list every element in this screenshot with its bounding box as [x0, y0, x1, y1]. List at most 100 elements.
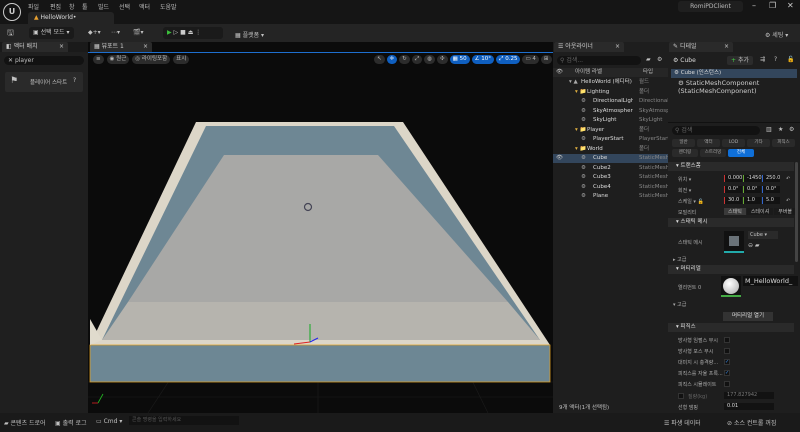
save-icon[interactable]: 🖫: [7, 27, 14, 41]
outliner-row[interactable]: ⚙ SkyLightSkyLight: [553, 116, 668, 125]
mass-override-checkbox[interactable]: [678, 393, 684, 399]
settings-button[interactable]: ⚙ 세팅 ▾: [765, 30, 788, 39]
loc-z-field[interactable]: 250.0: [762, 175, 780, 182]
tab-place-actors[interactable]: ◧ 액터 배치×: [2, 42, 68, 52]
close-tab-icon[interactable]: ×: [615, 42, 620, 52]
physics-checkbox[interactable]: [724, 348, 730, 354]
step-icon[interactable]: ▷: [174, 29, 179, 36]
reset-icon[interactable]: ↶: [786, 176, 790, 182]
rot-x-field[interactable]: 0.0°: [724, 186, 742, 193]
visibility-icon[interactable]: 👁: [556, 68, 563, 77]
splitter[interactable]: [668, 122, 800, 123]
close-tab-icon[interactable]: ×: [724, 42, 729, 52]
advanced-toggle-2[interactable]: ▾ 고급: [673, 301, 686, 308]
play-icon[interactable]: ▶: [167, 29, 172, 36]
outliner-row[interactable]: ⚙ SkyAtmosphereSkyAtmosphere: [553, 107, 668, 116]
section-static-mesh[interactable]: ▾ 스태틱 메시: [668, 218, 794, 227]
section-physics[interactable]: ▾ 피직스: [668, 323, 794, 332]
menu-window[interactable]: 창: [69, 2, 75, 11]
physics-checkbox[interactable]: ✓: [724, 359, 730, 365]
settings-icon[interactable]: ⚙: [657, 56, 662, 63]
outliner-search-input[interactable]: ⚲ 검색...: [557, 56, 641, 65]
scl-y-field[interactable]: 1.0: [743, 197, 761, 204]
help-icon[interactable]: ?: [73, 77, 76, 84]
translate-tool-icon[interactable]: ✛: [387, 55, 398, 64]
physics-checkbox[interactable]: [724, 381, 730, 387]
visibility-icon[interactable]: 👁: [556, 154, 563, 163]
browse-icon[interactable]: ⊖ ▰: [748, 242, 760, 249]
filter-2[interactable]: LOD: [722, 139, 745, 147]
outliner-row[interactable]: ⚙ Cube2StaticMeshActor: [553, 164, 668, 173]
mass-field[interactable]: 177.827942: [724, 392, 774, 399]
location-dropdown[interactable]: 위치 ▾: [678, 176, 691, 183]
advanced-toggle[interactable]: ▸ 고급: [673, 256, 686, 263]
minimize-icon[interactable]: –: [752, 1, 756, 10]
favorites-icon[interactable]: ★: [778, 126, 783, 133]
outliner-row[interactable]: ▾ 📁 World폴더: [553, 145, 668, 154]
menu-actor[interactable]: 액터: [139, 2, 150, 11]
outliner-row[interactable]: ⚙ Cube3StaticMeshActor: [553, 173, 668, 182]
scl-z-field[interactable]: 5.0: [762, 197, 780, 204]
settings-icon[interactable]: ⚙: [789, 126, 794, 133]
menu-select[interactable]: 선택: [119, 2, 130, 11]
rot-z-field[interactable]: 0.0°: [762, 186, 780, 193]
eject-icon[interactable]: ⏏: [188, 29, 194, 36]
filter-7[interactable]: 전체: [728, 149, 754, 157]
outliner-row[interactable]: ▾ 📁 Player폴더: [553, 126, 668, 135]
component-static-mesh[interactable]: ⚙ StaticMeshComponent (StaticMeshCompone…: [678, 79, 798, 95]
cmd-dropdown[interactable]: ▭ Cmd ▾: [96, 418, 122, 425]
column-label[interactable]: 아이템 라벨: [575, 68, 602, 77]
rotate-tool-icon[interactable]: ↻: [399, 55, 410, 64]
blueprint-icon[interactable]: ⋯▾: [111, 29, 120, 36]
clear-search-icon[interactable]: ✕: [8, 57, 15, 64]
world-local-icon[interactable]: ◍: [424, 55, 435, 64]
mesh-thumbnail[interactable]: [724, 231, 744, 253]
menu-build[interactable]: 빌드: [98, 2, 109, 11]
wall-front-selected[interactable]: [90, 345, 550, 382]
add-folder-icon[interactable]: ▰: [646, 56, 651, 63]
outliner-row[interactable]: ⚙ PlayerStartPlayerStart: [553, 135, 668, 144]
material-dropdown[interactable]: M_HelloWorld_: [743, 276, 798, 286]
lock-icon[interactable]: 🔓: [787, 56, 794, 63]
close-icon[interactable]: ✕: [787, 1, 794, 10]
show-button[interactable]: 표시: [173, 55, 189, 64]
blueprint-icon[interactable]: ⇶: [760, 56, 765, 63]
menu-file[interactable]: 파일: [28, 2, 39, 11]
outliner-row[interactable]: ⚙ DirectionalLightDirectionalLight: [553, 97, 668, 106]
actor-search-input[interactable]: ✕ player: [4, 56, 84, 65]
menu-edit[interactable]: 편집: [50, 2, 61, 11]
outliner-row[interactable]: ▾ ▲ HelloWorld (에디터)월드: [553, 78, 668, 87]
output-log-button[interactable]: ▣ 출력 로그: [55, 418, 87, 427]
mobility-movable[interactable]: 무버블: [774, 208, 796, 215]
mobility-static[interactable]: 스태틱: [724, 208, 746, 215]
tab-details[interactable]: ✎ 디테일×: [669, 42, 733, 52]
help-icon[interactable]: ?: [774, 56, 777, 63]
reset-icon[interactable]: ↶: [786, 198, 790, 204]
filter-1[interactable]: 액터: [697, 139, 720, 147]
details-search-input[interactable]: ⚲ 검색: [672, 126, 760, 135]
property-matrix-icon[interactable]: ▥: [766, 126, 772, 133]
filter-6[interactable]: 스트리밍: [700, 149, 726, 157]
add-actor-icon[interactable]: ◆+▾: [88, 29, 101, 36]
outliner-row[interactable]: ⚙ PlaneStaticMeshActor: [553, 192, 668, 201]
grid-snap-button[interactable]: ▦ 50: [450, 55, 470, 64]
surface-snap-icon[interactable]: ✣: [437, 55, 448, 64]
menu-help[interactable]: 도움말: [160, 2, 177, 11]
view-mode-button[interactable]: ◎ 라이팅포함: [132, 55, 170, 64]
more-icon[interactable]: ⋮: [195, 29, 201, 36]
outliner-row[interactable]: 👁⚙ CubeStaticMeshActor: [553, 154, 668, 163]
platforms-button[interactable]: ▦ 플랫폼 ▾: [235, 30, 264, 39]
open-material-button[interactable]: 머티리얼 열기: [723, 312, 773, 321]
mesh-dropdown[interactable]: Cube ▾: [748, 231, 778, 239]
derived-data-button[interactable]: ☰ 파생 데이터: [664, 418, 701, 427]
rotation-snap-button[interactable]: ∠ 10°: [472, 55, 494, 64]
mobility-stationary[interactable]: 스테이셔: [747, 208, 773, 215]
column-type[interactable]: 타입: [643, 68, 653, 77]
cinematics-icon[interactable]: 🎬▾: [133, 29, 143, 36]
player-start-item[interactable]: ⚑ 플레이어 스타트 ?: [5, 72, 83, 92]
source-control-button[interactable]: ⊘ 소스 컨트롤 꺼짐: [727, 418, 776, 427]
scale-snap-button[interactable]: ⤢ 0.25: [496, 55, 520, 64]
add-component-button[interactable]: + 추가: [727, 56, 753, 65]
level-tab[interactable]: ▲ HelloWorld•: [28, 12, 114, 24]
close-tab-icon[interactable]: ×: [59, 42, 64, 52]
